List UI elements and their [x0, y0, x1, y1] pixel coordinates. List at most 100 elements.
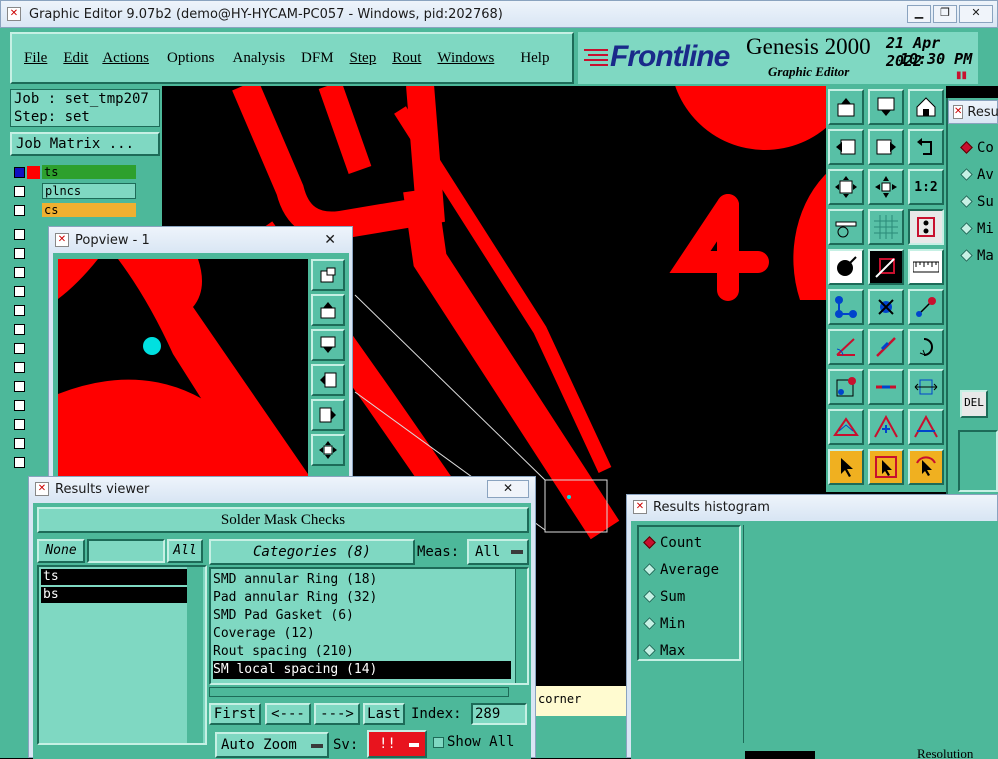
categories-button[interactable]: Categories (8) [209, 539, 415, 565]
layer-checkbox[interactable] [14, 248, 25, 259]
mountain-icon[interactable] [828, 409, 864, 445]
line-pad-icon[interactable] [908, 289, 944, 325]
radio-diamond[interactable] [960, 168, 973, 181]
popview-down-icon[interactable] [311, 329, 345, 361]
next-button[interactable]: ---> [314, 703, 360, 725]
select-area-icon[interactable] [868, 249, 904, 285]
pointer-select-icon[interactable] [868, 449, 904, 485]
radio-diamond[interactable] [960, 195, 973, 208]
side-option-min[interactable]: Mi [960, 215, 994, 242]
layer-checkbox[interactable] [14, 457, 25, 468]
layer-row-plncs[interactable]: plncs [14, 183, 136, 199]
arc-icon[interactable] [908, 329, 944, 365]
snap-tool-icon[interactable] [908, 209, 944, 245]
show-all-checkbox[interactable] [433, 737, 444, 748]
menu-options[interactable]: Options [167, 50, 215, 67]
zoom-in-icon[interactable] [868, 169, 904, 205]
radio-diamond[interactable] [643, 590, 656, 603]
popview-up-icon[interactable] [311, 294, 345, 326]
layer-checkbox[interactable] [14, 286, 25, 297]
layer-list-scrollbar[interactable] [187, 567, 203, 743]
pointer-icon[interactable] [828, 449, 864, 485]
cross-pad-icon[interactable] [868, 289, 904, 325]
pad-tool-icon[interactable] [828, 249, 864, 285]
side-option-sum[interactable]: Su [960, 188, 994, 215]
categories-list[interactable]: SMD annular Ring (18) Pad annular Ring (… [209, 567, 529, 685]
index-input[interactable]: 289 [471, 703, 527, 725]
tool-top-icon[interactable] [828, 89, 864, 125]
radio-diamond[interactable] [643, 644, 656, 657]
layer-checkbox[interactable] [14, 419, 25, 430]
categories-scrollbar[interactable] [515, 569, 527, 683]
menu-windows[interactable]: Windows [437, 50, 494, 67]
histogram-option-max[interactable]: Max [643, 637, 739, 664]
popview-left-icon[interactable] [311, 364, 345, 396]
menu-dfm[interactable]: DFM [301, 50, 334, 67]
zoom-fit-icon[interactable] [828, 169, 864, 205]
layer-checkbox[interactable] [14, 166, 25, 178]
layer-filter-field[interactable] [87, 539, 165, 563]
restore-button[interactable]: ❐ [933, 5, 957, 23]
results-viewer-close-button[interactable]: ✕ [487, 480, 529, 498]
menu-help[interactable]: Help [520, 50, 549, 67]
category-item[interactable]: Pad annular Ring (32) [213, 589, 525, 607]
sv-select[interactable]: !! [367, 730, 427, 758]
layer-checkbox[interactable] [14, 381, 25, 392]
home-icon[interactable] [908, 89, 944, 125]
categories-hscrollbar[interactable] [209, 687, 509, 697]
popview-canvas[interactable] [58, 259, 308, 504]
prev-button[interactable]: <--- [265, 703, 311, 725]
menu-actions[interactable]: Actions [102, 50, 149, 67]
layer-checkbox[interactable] [14, 305, 25, 316]
category-item[interactable]: SMD annular Ring (18) [213, 571, 525, 589]
auto-zoom-select[interactable]: Auto Zoom [215, 732, 329, 758]
tool-bottom-icon[interactable] [868, 89, 904, 125]
result-layer-bs[interactable]: bs [41, 587, 203, 603]
popview-close-icon[interactable]: ✕ [324, 232, 336, 248]
dimension-icon[interactable] [908, 369, 944, 405]
close-button[interactable]: ✕ [959, 5, 993, 23]
category-item[interactable]: Coverage (12) [213, 625, 525, 643]
horizontal-line-icon[interactable] [868, 369, 904, 405]
layer-checkbox[interactable] [14, 438, 25, 449]
triangle-bar-icon[interactable] [908, 409, 944, 445]
undo-view-icon[interactable] [908, 129, 944, 165]
layer-checkbox[interactable] [14, 400, 25, 411]
last-button[interactable]: Last [363, 703, 405, 725]
layer-results-list[interactable]: ts bs [37, 565, 207, 745]
connect-pads-icon[interactable] [828, 289, 864, 325]
popview-fit-icon[interactable] [311, 434, 345, 466]
layer-checkbox[interactable] [14, 229, 25, 240]
layer-checkbox[interactable] [14, 362, 25, 373]
radio-diamond[interactable] [960, 222, 973, 235]
side-option-count[interactable]: Co [960, 134, 994, 161]
histogram-option-min[interactable]: Min [643, 610, 739, 637]
popview-right-icon[interactable] [311, 399, 345, 431]
layer-checkbox[interactable] [14, 324, 25, 335]
category-item[interactable]: SMD Pad Gasket (6) [213, 607, 525, 625]
triangle-plus-icon[interactable] [868, 409, 904, 445]
del-button[interactable]: DEL [960, 390, 988, 418]
all-button[interactable]: All [167, 539, 203, 563]
histogram-option-average[interactable]: Average [643, 556, 739, 583]
measure-tool-icon[interactable] [828, 209, 864, 245]
menu-analysis[interactable]: Analysis [233, 50, 286, 67]
pad-select-icon[interactable] [828, 369, 864, 405]
menu-file[interactable]: File [24, 50, 47, 67]
result-layer-ts[interactable]: ts [41, 569, 203, 585]
histogram-option-sum[interactable]: Sum [643, 583, 739, 610]
layer-row-cs[interactable]: cs [14, 202, 136, 218]
menu-rout[interactable]: Rout [392, 50, 421, 67]
meas-select[interactable]: All [467, 539, 529, 565]
radio-diamond[interactable] [643, 563, 656, 576]
draw-line-icon[interactable] [868, 329, 904, 365]
histogram-option-count[interactable]: Count [643, 529, 739, 556]
layer-checkbox[interactable] [14, 343, 25, 354]
minimize-button[interactable]: ▁ [907, 5, 931, 23]
layer-row-ts[interactable]: ts [14, 164, 136, 180]
layer-checkbox[interactable] [14, 204, 25, 216]
first-button[interactable]: First [209, 703, 261, 725]
radio-diamond[interactable] [643, 617, 656, 630]
menu-step[interactable]: Step [350, 50, 377, 67]
none-button[interactable]: None [37, 539, 85, 563]
